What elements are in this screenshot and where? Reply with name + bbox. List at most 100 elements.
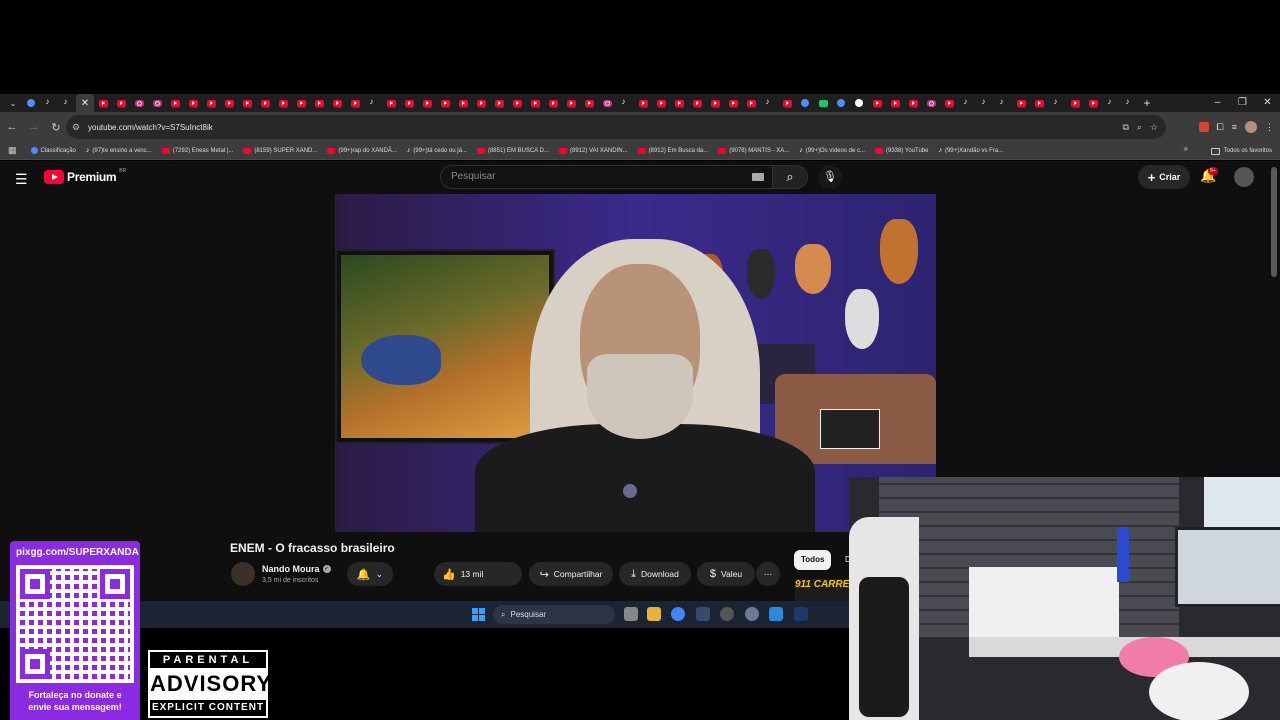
site-info-icon[interactable]: ⚙ (72, 122, 86, 133)
profile-avatar[interactable] (1245, 121, 1257, 133)
bookmark-item[interactable]: (9338) YouTube (874, 147, 928, 154)
browser-tab[interactable] (760, 94, 778, 112)
new-tab-button[interactable]: + (1138, 96, 1156, 110)
install-app-icon[interactable]: ⧉ (1122, 122, 1128, 133)
channel-avatar[interactable] (231, 562, 255, 586)
chrome-menu-icon[interactable]: ⋮ (1265, 122, 1274, 133)
browser-tab[interactable] (382, 94, 400, 112)
browser-tab[interactable] (580, 94, 598, 112)
page-scrollbar[interactable] (1271, 167, 1277, 277)
bookmark-item[interactable]: (8912) Em Busca da... (637, 147, 708, 154)
file-explorer-icon[interactable] (647, 607, 661, 621)
channel-name-link[interactable]: Nando Moura ✓ (262, 564, 331, 574)
browser-tab[interactable] (436, 94, 454, 112)
task-view-icon[interactable] (624, 607, 638, 621)
bookmark-item[interactable]: (99+)rap do XANDÃ... (327, 147, 397, 154)
extension-icon[interactable] (1198, 122, 1209, 132)
browser-tab[interactable] (184, 94, 202, 112)
keyboard-icon[interactable] (752, 173, 764, 181)
browser-tab[interactable] (706, 94, 724, 112)
windows-start-icon[interactable] (472, 608, 485, 621)
subscription-bell-button[interactable]: 🔔 ⌄ (347, 562, 393, 586)
voice-search-button[interactable]: 🎙 (818, 165, 842, 189)
browser-tab[interactable] (1066, 94, 1084, 112)
browser-tab[interactable] (40, 94, 58, 112)
browser-tab[interactable] (886, 94, 904, 112)
app-icon[interactable] (794, 607, 808, 621)
browser-tab[interactable] (364, 94, 382, 112)
browser-tab[interactable] (796, 94, 814, 112)
browser-tab[interactable] (238, 94, 256, 112)
bookmark-star-icon[interactable]: ☆ (1150, 122, 1158, 133)
sidebar-thumbnail[interactable]: 911 CARRE (795, 579, 851, 601)
bookmark-item[interactable]: (8159) SUPER XAND... (243, 147, 317, 154)
bookmark-item[interactable]: ♪ (99+)Os vídeos de c... (799, 147, 865, 154)
browser-tab[interactable] (418, 94, 436, 112)
browser-tab[interactable] (976, 94, 994, 112)
share-button[interactable]: ↪ Compartilhar (529, 562, 613, 586)
browser-tab[interactable] (1048, 94, 1066, 112)
browser-tab[interactable] (1102, 94, 1120, 112)
active-tab[interactable]: ✕ (76, 94, 94, 112)
browser-tab[interactable] (220, 94, 238, 112)
app-icon[interactable] (769, 607, 783, 621)
browser-tab[interactable] (400, 94, 418, 112)
browser-tab[interactable] (616, 94, 634, 112)
browser-tab[interactable] (832, 94, 850, 112)
browser-tab[interactable] (904, 94, 922, 112)
browser-tab[interactable] (688, 94, 706, 112)
account-avatar[interactable] (1234, 167, 1254, 187)
browser-tab[interactable] (130, 94, 148, 112)
browser-tab[interactable] (112, 94, 130, 112)
back-button[interactable]: ← (2, 121, 22, 133)
search-button[interactable]: ⌕ (772, 165, 808, 189)
browser-tab[interactable] (310, 94, 328, 112)
hamburger-menu-icon[interactable]: ☰ (15, 171, 29, 188)
reading-list-icon[interactable]: ≡ (1232, 122, 1237, 132)
browser-tab[interactable] (346, 94, 364, 112)
browser-tab[interactable] (508, 94, 526, 112)
browser-tab[interactable] (778, 94, 796, 112)
browser-tab[interactable] (958, 94, 976, 112)
browser-tab[interactable] (94, 94, 112, 112)
browser-tab[interactable] (562, 94, 580, 112)
close-window-button[interactable]: ✕ (1255, 94, 1280, 112)
browser-tab[interactable] (652, 94, 670, 112)
apps-grid-icon[interactable]: ▦ (8, 145, 17, 156)
browser-tab[interactable] (472, 94, 490, 112)
browser-tab[interactable] (274, 94, 292, 112)
browser-tab[interactable] (1012, 94, 1030, 112)
more-bookmarks-button[interactable]: » (1184, 144, 1188, 153)
video-player[interactable] (335, 194, 936, 532)
browser-tab[interactable] (724, 94, 742, 112)
steam-icon[interactable] (696, 607, 710, 621)
bookmark-item[interactable]: (9078) MANTIS - XA... (718, 147, 789, 154)
browser-tab[interactable] (202, 94, 220, 112)
browser-tab[interactable] (634, 94, 652, 112)
chip-all[interactable]: Todos (794, 550, 832, 570)
browser-tab[interactable] (526, 94, 544, 112)
more-actions-button[interactable]: ⋯ (756, 562, 780, 586)
browser-tab[interactable] (670, 94, 688, 112)
search-input[interactable]: Pesquisar (440, 165, 772, 189)
bookmark-item[interactable]: Classificação (30, 147, 76, 154)
browser-tab[interactable] (166, 94, 184, 112)
browser-tab[interactable] (148, 94, 166, 112)
tab-search-button[interactable]: ⌄ (4, 94, 22, 112)
taskbar-search[interactable]: ⌕ Pesquisar (493, 605, 615, 624)
extensions-puzzle-icon[interactable]: ⧠ (1217, 122, 1224, 133)
like-icon[interactable]: 👍 (442, 568, 456, 581)
browser-tab[interactable] (1120, 94, 1138, 112)
browser-tab[interactable] (598, 94, 616, 112)
browser-tab[interactable] (922, 94, 940, 112)
zoom-icon[interactable]: ⌕ (1137, 122, 1142, 133)
bookmark-item[interactable]: (8912) VAI XANDIN... (558, 147, 628, 154)
browser-tab[interactable] (1030, 94, 1048, 112)
minimize-button[interactable]: – (1205, 94, 1230, 112)
browser-tab[interactable] (814, 94, 832, 112)
address-bar[interactable]: ⚙ youtube.com/watch?v=S7SuInct8ik ⧉ ⌕ ☆ (66, 115, 1166, 139)
browser-tab[interactable] (994, 94, 1012, 112)
reload-button[interactable]: ↻ (46, 121, 66, 134)
browser-tab[interactable] (544, 94, 562, 112)
download-button[interactable]: ⤓ Download (619, 562, 691, 586)
